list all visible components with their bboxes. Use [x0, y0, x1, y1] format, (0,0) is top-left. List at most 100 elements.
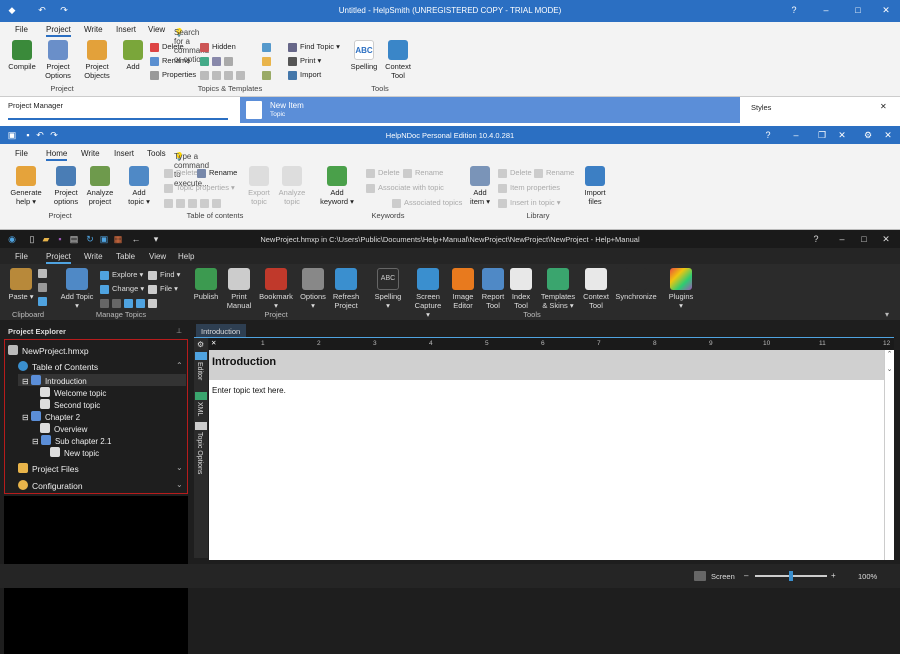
tree-configuration[interactable]: Configuration [18, 480, 83, 491]
spelling-button[interactable]: ABC Spelling ▾ [372, 268, 404, 310]
analyze-project-button[interactable]: Analyze project [84, 166, 116, 206]
link-tools[interactable] [262, 70, 274, 80]
image-tools[interactable] [262, 56, 274, 66]
properties-button[interactable]: Properties [150, 70, 196, 80]
zoom-out-button[interactable]: – [744, 571, 748, 580]
editor-scrollbar[interactable]: ⌃ ⌄ [884, 350, 894, 560]
menu-file[interactable]: File [15, 149, 28, 158]
tree-sub-chapter[interactable]: ⊟ Sub chapter 2.1 [32, 435, 111, 446]
options-button[interactable]: Options ▾ [298, 268, 328, 310]
pin-icon[interactable]: ⊥ [176, 327, 182, 335]
bookmark-button[interactable]: Bookmark ▾ [258, 268, 294, 310]
project-options-button[interactable]: Project Options [42, 40, 74, 80]
configuration-expand-icon[interactable]: ⌄ [176, 480, 183, 489]
menu-table[interactable]: Table [116, 252, 135, 261]
edit-properties-button[interactable] [148, 298, 160, 308]
menu-write[interactable]: Write [84, 252, 103, 261]
ruler-marker[interactable]: ✕ [211, 339, 216, 347]
tree-root[interactable]: NewProject.hmxp [8, 345, 89, 356]
templates-skins-button[interactable]: Templates & Skins ▾ [540, 268, 576, 310]
import-button[interactable]: Import [288, 70, 321, 80]
rename-topic-button[interactable]: Rename [197, 168, 237, 178]
menu-home[interactable]: Home [46, 149, 68, 161]
settings-icon[interactable]: ⚙ [862, 129, 874, 141]
library-rename-button[interactable]: Rename [534, 168, 574, 178]
tree-toc[interactable]: Table of Contents [18, 361, 98, 372]
help-icon[interactable]: ? [810, 233, 822, 245]
index-tool-button[interactable]: Index Tool [508, 268, 534, 310]
add-topic-button[interactable]: Add topic ▾ [124, 166, 154, 206]
help-icon[interactable]: ? [762, 129, 774, 141]
toc-collapse-icon[interactable]: ⌃ [176, 361, 183, 370]
file-button[interactable]: File ▾ [148, 284, 178, 294]
collapse-ribbon-icon[interactable]: ▾ [885, 310, 889, 319]
analyze-topic-button[interactable]: Analyze topic [276, 166, 308, 206]
minimize-button[interactable]: – [790, 129, 802, 141]
cut-button[interactable] [38, 268, 50, 278]
spelling-button[interactable]: ABC Spelling [350, 40, 378, 71]
tree-second-topic[interactable]: Second topic [40, 399, 100, 410]
new-item-banner[interactable]: New Item Topic [240, 97, 740, 123]
maximize-button[interactable]: □ [852, 4, 864, 16]
side-tab-editor[interactable]: Editor [196, 362, 203, 380]
tree-overview[interactable]: Overview [40, 423, 87, 434]
copy-button[interactable] [38, 282, 50, 292]
menu-help[interactable]: Help [178, 252, 194, 261]
delete-button[interactable]: Delete [150, 42, 184, 52]
menu-view[interactable]: View [149, 252, 166, 261]
print-button[interactable]: Print ▾ [288, 56, 321, 66]
menu-insert[interactable]: Insert [116, 25, 136, 34]
menu-project[interactable]: Project [46, 25, 71, 37]
report-tool-button[interactable]: Report Tool [480, 268, 506, 310]
maximize-button[interactable]: □ [858, 233, 870, 245]
paste-button[interactable]: Paste ▾ [8, 268, 34, 301]
format-tools-row[interactable] [200, 56, 236, 66]
project-objects-button[interactable]: Project Objects [82, 40, 112, 80]
add-topic-button[interactable]: Add Topic ▾ [58, 268, 96, 310]
associate-topic-button[interactable]: Associate with topic [366, 183, 444, 193]
topic-body[interactable]: Enter topic text here. [209, 380, 884, 560]
image-editor-button[interactable]: Image Editor [450, 268, 476, 310]
menu-project[interactable]: Project [46, 252, 71, 264]
insert-in-topic-button[interactable]: Insert in topic ▾ [498, 198, 560, 208]
explore-button[interactable]: Explore ▾ [100, 270, 143, 280]
menu-tools[interactable]: Tools [147, 149, 166, 158]
topic-properties-button[interactable]: Topic properties ▾ [164, 183, 235, 193]
keyword-delete-button[interactable]: Delete [366, 168, 400, 178]
arrange-row[interactable] [200, 70, 248, 80]
screen-view-icon[interactable] [694, 571, 706, 581]
keyword-rename-button[interactable]: Rename [403, 168, 443, 178]
tree-project-files[interactable]: Project Files [18, 463, 79, 474]
menu-file[interactable]: File [15, 252, 28, 261]
restore-button[interactable]: ❐ [816, 129, 828, 141]
close-button[interactable]: ✕ [880, 233, 892, 245]
add-keyword-button[interactable]: Add keyword ▾ [320, 166, 354, 206]
move-arrows[interactable] [100, 298, 148, 308]
change-button[interactable]: Change ▾ [100, 284, 144, 294]
menu-insert[interactable]: Insert [114, 149, 134, 158]
compile-button[interactable]: Compile [6, 40, 38, 71]
add-item-button[interactable]: Add item ▾ [466, 166, 494, 206]
context-tool-button[interactable]: Context Tool [384, 40, 412, 80]
view-tools[interactable] [262, 42, 274, 52]
delete-topic-button[interactable]: Delete [164, 168, 198, 178]
find-button[interactable]: Find ▾ [148, 270, 180, 280]
zoom-slider-thumb[interactable] [789, 571, 793, 581]
add-button[interactable]: Add [120, 40, 146, 71]
import-files-button[interactable]: Import files [580, 166, 610, 206]
print-manual-button[interactable]: Print Manual [226, 268, 252, 310]
refresh-project-button[interactable]: Refresh Project [332, 268, 360, 310]
menu-write[interactable]: Write [84, 25, 103, 34]
close-button[interactable]: ✕ [836, 129, 848, 141]
menu-view[interactable]: View [148, 25, 165, 34]
find-topic-button[interactable]: Find Topic ▾ [288, 42, 340, 52]
menu-write[interactable]: Write [81, 149, 100, 158]
hidden-toggle[interactable]: Hidden [200, 42, 236, 52]
zoom-in-button[interactable]: + [831, 571, 836, 580]
project-files-expand-icon[interactable]: ⌄ [176, 463, 183, 472]
styles-close-icon[interactable]: ✕ [880, 102, 887, 111]
context-tool-button[interactable]: Context Tool [582, 268, 610, 310]
tree-introduction[interactable]: ⊟ Introduction [22, 375, 87, 386]
export-topic-button[interactable]: Export topic [244, 166, 274, 206]
side-tab-xml[interactable]: XML [196, 402, 203, 416]
